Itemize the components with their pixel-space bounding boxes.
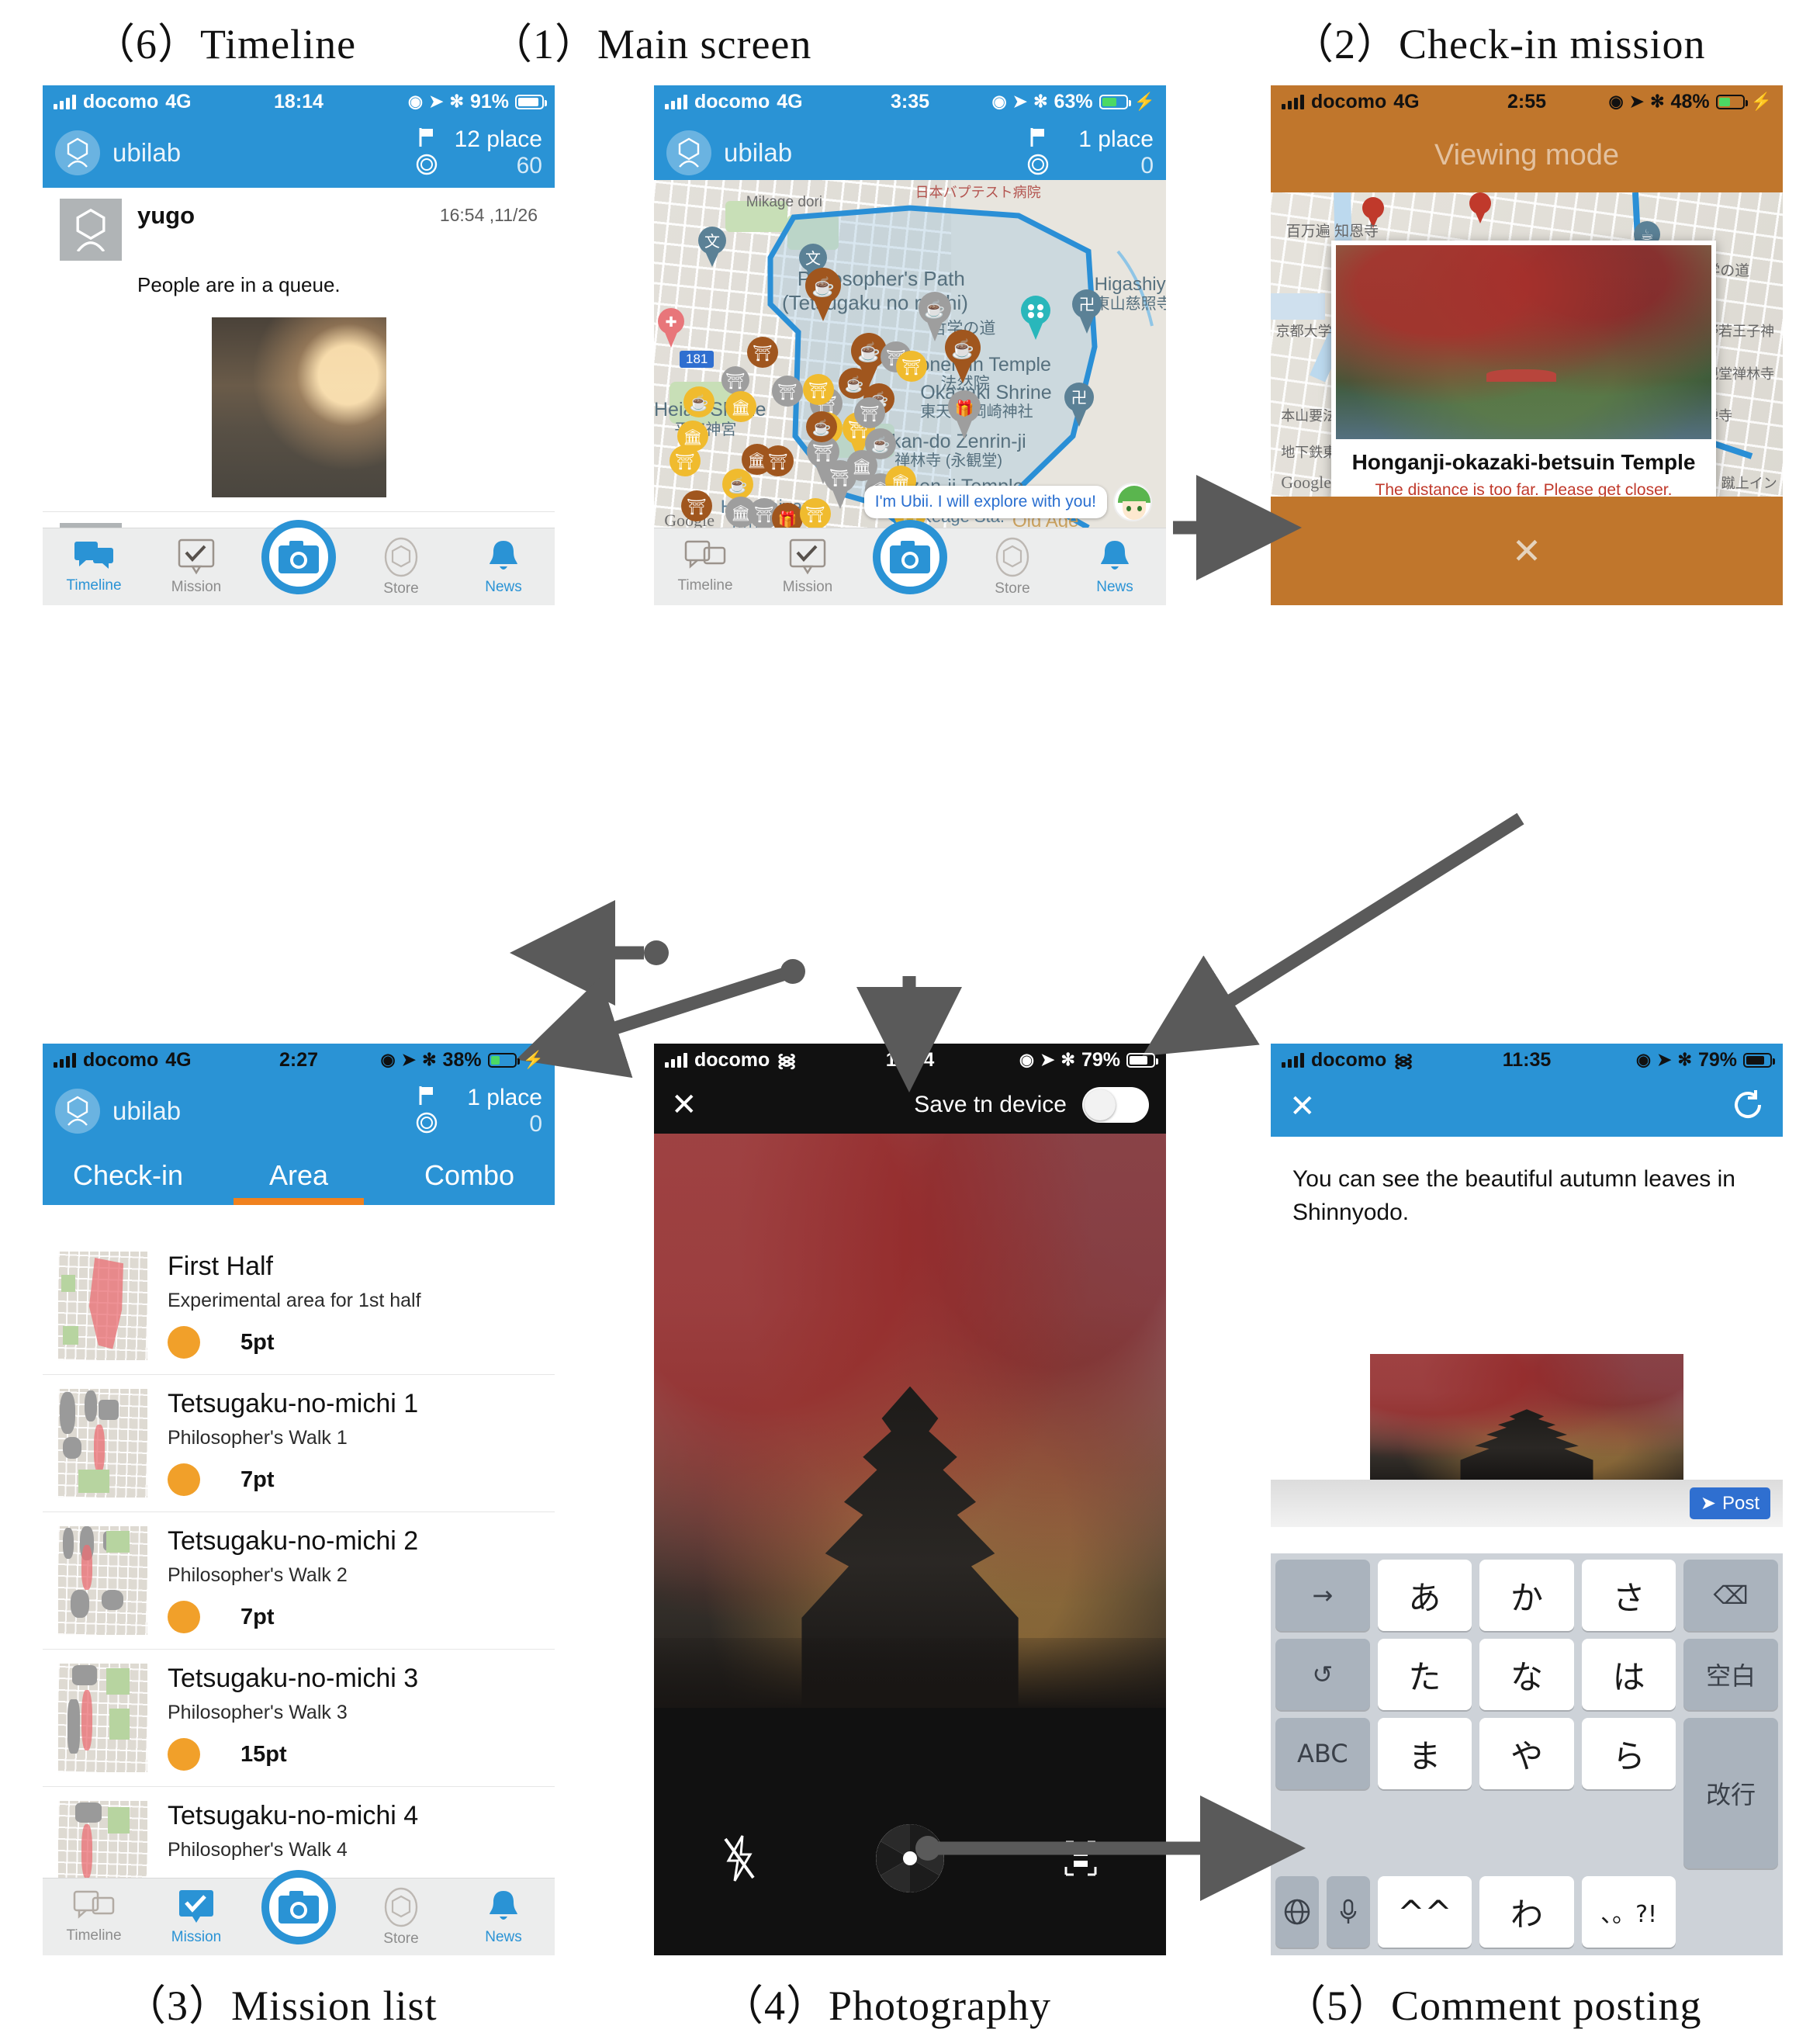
bluetooth-icon: ✻	[1061, 1050, 1075, 1069]
battery-icon	[1715, 94, 1748, 109]
location-arrow-icon: ➤	[1629, 92, 1645, 111]
battery-percent-label: 38%	[442, 1048, 482, 1071]
bluetooth-icon: ✻	[1677, 1050, 1692, 1069]
battery-icon	[515, 94, 547, 109]
lock-rotation-icon: ◉	[380, 1050, 396, 1069]
charging-icon: ⚡	[1750, 92, 1772, 111]
battery-percent-label: 79%	[1081, 1048, 1120, 1071]
lock-rotation-icon: ◉	[1608, 92, 1624, 111]
location-arrow-icon: ➤	[401, 1050, 417, 1069]
arrow-main-to-mission-list	[516, 967, 787, 1079]
battery-icon	[487, 1052, 520, 1068]
bluetooth-icon: ✻	[1650, 92, 1665, 111]
battery-icon	[1099, 94, 1131, 109]
lock-rotation-icon: ◉	[1019, 1050, 1035, 1069]
battery-icon	[1126, 1052, 1158, 1068]
bluetooth-icon: ✻	[449, 92, 464, 111]
battery-percent-label: 63%	[1054, 90, 1093, 113]
location-arrow-icon: ➤	[1012, 92, 1028, 111]
location-arrow-icon: ➤	[1657, 1050, 1672, 1069]
flow-arrows	[510, 475, 1524, 1901]
location-arrow-icon: ➤	[1040, 1050, 1055, 1069]
battery-percent-label: 48%	[1670, 90, 1710, 113]
charging-icon: ⚡	[1133, 92, 1155, 111]
battery-percent-label: 79%	[1697, 1048, 1737, 1071]
bluetooth-icon: ✻	[422, 1050, 437, 1069]
lock-rotation-icon: ◉	[1635, 1050, 1652, 1069]
lock-rotation-icon: ◉	[407, 92, 424, 111]
bluetooth-icon: ✻	[1033, 92, 1048, 111]
battery-icon	[1743, 1052, 1775, 1068]
lock-rotation-icon: ◉	[991, 92, 1007, 111]
location-arrow-icon: ➤	[429, 92, 444, 111]
charging-icon: ⚡	[522, 1050, 544, 1069]
battery-percent-label: 91%	[469, 90, 509, 113]
arrow-checkin-to-photography	[1142, 812, 1524, 1057]
